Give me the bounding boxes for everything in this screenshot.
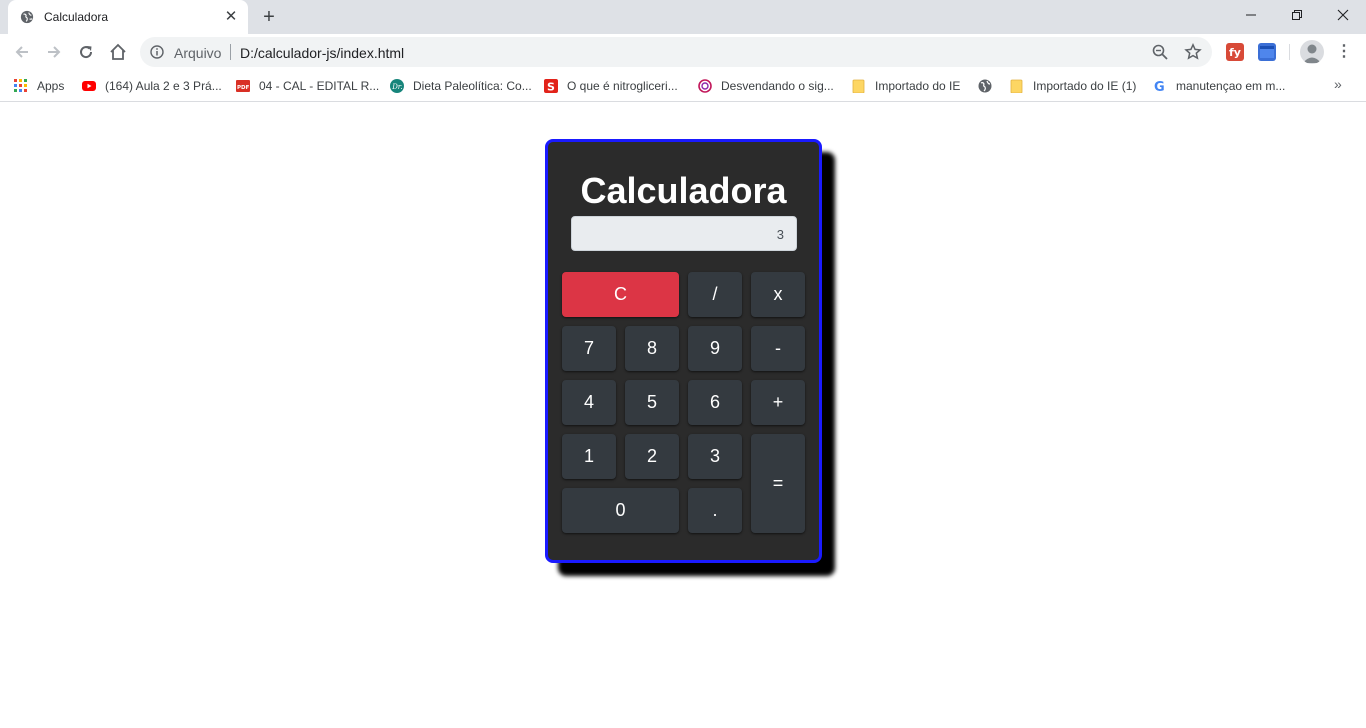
toolbar-divider (1289, 44, 1290, 60)
info-icon[interactable] (150, 45, 164, 59)
fy-extension-icon[interactable]: fy (1226, 43, 1244, 61)
arrow-left-icon (15, 46, 28, 58)
site-info-label[interactable]: Arquivo (174, 45, 221, 61)
arrow-right-icon (48, 46, 61, 58)
forward-button[interactable] (42, 40, 66, 64)
bookmark-label: Importado do IE (875, 79, 961, 93)
bookmark-label: Importado do IE (1) (1033, 79, 1137, 93)
calculator: Calculadora 3 C / x 7 8 9 - 4 5 6 + 1 2 … (545, 139, 822, 563)
youtube-icon (82, 81, 96, 91)
svg-text:Dr.: Dr. (391, 83, 402, 91)
digit-3-button[interactable]: 3 (688, 434, 742, 479)
swirl-icon (698, 79, 712, 93)
bookmark-dieta[interactable]: Dr. Dieta Paleolítica: Co... (390, 77, 532, 95)
apps-grid-icon (14, 79, 27, 92)
folder-icon (1010, 79, 1023, 93)
url-text[interactable]: D:/calculador-js/index.html (240, 45, 404, 61)
digit-9-button[interactable]: 9 (688, 326, 742, 371)
bookmark-globe[interactable] (978, 77, 1001, 95)
zoom-icon[interactable] (1152, 44, 1168, 60)
home-button[interactable] (106, 40, 130, 64)
folder-icon (852, 79, 865, 93)
bookmark-folder-ie[interactable]: Importado do IE (852, 77, 960, 95)
svg-text:fy: fy (1229, 46, 1241, 59)
bookmark-pdf[interactable]: PDF 04 - CAL - EDITAL R... (236, 77, 379, 95)
clear-button[interactable]: C (562, 272, 679, 317)
tab-close-icon[interactable]: ✕ (222, 8, 240, 26)
bookmark-folder-ie-1[interactable]: Importado do IE (1) (1010, 77, 1136, 95)
svg-text:S: S (547, 81, 555, 94)
bookmark-label: manutençao em m... (1176, 79, 1286, 93)
reload-button[interactable] (74, 40, 98, 64)
bookmark-label: (164) Aula 2 e 3 Prá... (105, 79, 222, 93)
back-button[interactable] (10, 40, 34, 64)
close-icon (1337, 9, 1349, 21)
minus-button[interactable]: - (751, 326, 805, 371)
plus-button[interactable]: + (751, 380, 805, 425)
multiply-button[interactable]: x (751, 272, 805, 317)
digit-7-button[interactable]: 7 (562, 326, 616, 371)
s-icon: S (544, 79, 558, 93)
browser-toolbar: Arquivo D:/calculador-js/index.html fy ⋮ (0, 34, 1366, 70)
restore-button[interactable] (1274, 0, 1320, 30)
bookmark-nitroglicerina[interactable]: S O que é nitrogliceri... (544, 77, 678, 95)
digit-5-button[interactable]: 5 (625, 380, 679, 425)
calculator-display[interactable]: 3 (571, 216, 797, 251)
equals-button[interactable]: = (751, 434, 805, 533)
bookmark-label: 04 - CAL - EDITAL R... (259, 79, 380, 93)
home-icon (110, 43, 126, 60)
reload-icon (80, 46, 93, 59)
bookmark-apps[interactable]: Apps (14, 77, 64, 95)
digit-1-button[interactable]: 1 (562, 434, 616, 479)
divide-button[interactable]: / (688, 272, 742, 317)
digit-2-button[interactable]: 2 (625, 434, 679, 479)
close-window-button[interactable] (1320, 0, 1366, 30)
svg-text:PDF: PDF (237, 85, 250, 91)
browser-menu-icon[interactable]: ⋮ (1334, 42, 1354, 62)
svg-text:G: G (1154, 80, 1165, 93)
decimal-button[interactable]: . (688, 488, 742, 533)
bookmark-label: Dieta Paleolítica: Co... (413, 79, 532, 93)
bookmark-label: Desvendando o sig... (721, 79, 834, 93)
bookmarks-bar: Apps (164) Aula 2 e 3 Prá... PDF 04 - CA… (0, 70, 1366, 102)
pdf-icon: PDF (236, 80, 250, 92)
minimize-icon (1246, 14, 1256, 16)
window-extension-icon[interactable] (1258, 43, 1276, 61)
globe-icon (978, 79, 992, 93)
dr-icon: Dr. (390, 79, 404, 93)
bookmark-label: Apps (37, 79, 65, 93)
calculator-title: Calculadora (580, 170, 787, 211)
profile-avatar-icon[interactable] (1300, 40, 1324, 64)
browser-tab[interactable]: Calculadora ✕ (8, 0, 248, 34)
globe-icon (20, 10, 34, 24)
address-divider (230, 44, 231, 60)
address-bar[interactable]: Arquivo D:/calculador-js/index.html (140, 37, 1212, 67)
digit-6-button[interactable]: 6 (688, 380, 742, 425)
digit-4-button[interactable]: 4 (562, 380, 616, 425)
digit-8-button[interactable]: 8 (625, 326, 679, 371)
bookmark-label: O que é nitrogliceri... (567, 79, 678, 93)
google-icon: G (1154, 80, 1165, 93)
tab-strip: Calculadora ✕ + (0, 0, 1366, 34)
bookmark-desvendando[interactable]: Desvendando o sig... (698, 77, 834, 95)
tab-title: Calculadora (44, 10, 109, 24)
restore-icon (1292, 10, 1302, 20)
bookmark-manutencao[interactable]: G manutençao em m... (1153, 77, 1285, 95)
minimize-button[interactable] (1228, 0, 1274, 30)
bookmark-star-icon[interactable] (1184, 43, 1202, 61)
bookmark-youtube[interactable]: (164) Aula 2 e 3 Prá... (82, 77, 222, 95)
digit-0-button[interactable]: 0 (562, 488, 679, 533)
more-bookmarks-icon[interactable]: » (1334, 76, 1342, 92)
new-tab-button[interactable]: + (258, 6, 280, 28)
